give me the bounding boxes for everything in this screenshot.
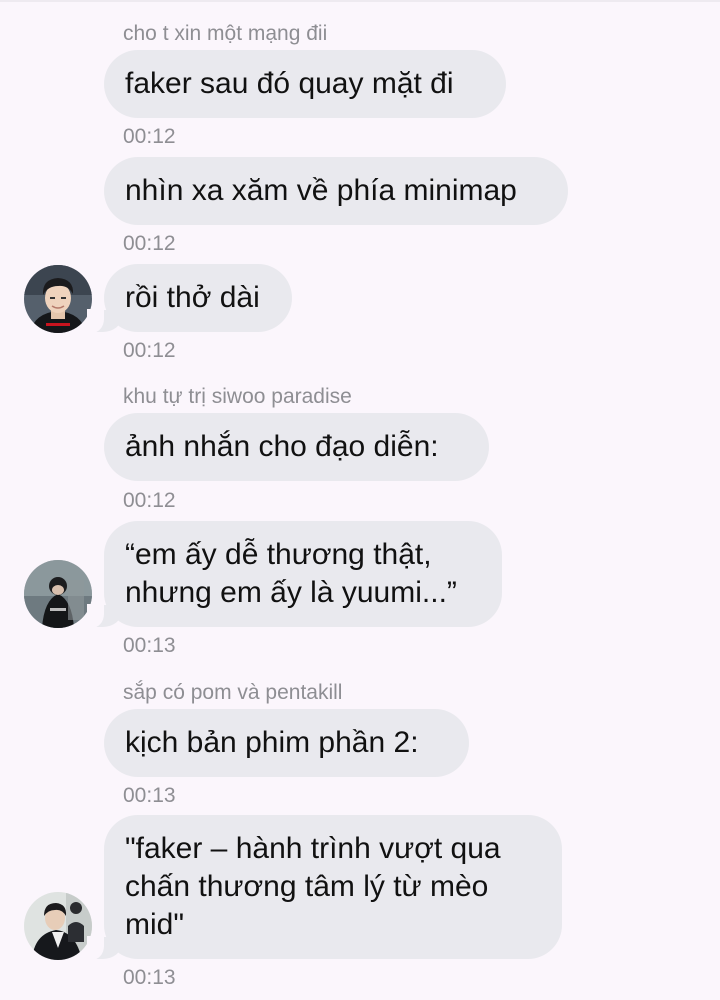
message-text: kịch bản phim phần 2: — [125, 726, 419, 759]
message-timestamp: 00:12 — [123, 489, 176, 512]
message-text-line: nhưng em ấy là yuumi...” — [125, 576, 457, 609]
message-text-line: chấn thương tâm lý từ mèo — [125, 870, 489, 903]
avatar-1[interactable] — [24, 265, 92, 333]
avatar-image — [24, 892, 92, 960]
avatar-image — [24, 560, 92, 628]
message-text: faker sau đó quay mặt đi — [125, 67, 454, 100]
message-text: nhìn xa xăm về phía minimap — [125, 174, 517, 207]
message-timestamp: 00:13 — [123, 784, 176, 807]
message-bubble[interactable]: “em ấy dễ thương thật, nhưng em ấy là yu… — [87, 521, 502, 628]
sender-name: cho t xin một mạng đii — [123, 22, 328, 45]
message-bubble[interactable]: ảnh nhắn cho đạo diễn: — [104, 413, 489, 481]
message-bubble[interactable]: rồi thở dài — [87, 264, 292, 333]
message-timestamp: 00:12 — [123, 125, 176, 148]
message-timestamp: 00:13 — [123, 634, 176, 657]
message-bubble[interactable]: "faker – hành trình vượt qua chấn thương… — [87, 815, 562, 960]
sender-name: khu tự trị siwoo paradise — [123, 385, 352, 408]
avatar-image — [24, 265, 92, 333]
message-text-line: mid" — [125, 908, 184, 941]
message-timestamp: 00:13 — [123, 966, 176, 989]
sender-name: sắp có pom và pentakill — [123, 681, 343, 704]
message-bubble[interactable]: faker sau đó quay mặt đi — [104, 50, 506, 118]
avatar-3[interactable] — [24, 892, 92, 960]
message-timestamp: 00:12 — [123, 232, 176, 255]
message-bubble[interactable]: nhìn xa xăm về phía minimap — [104, 157, 568, 225]
message-text: ảnh nhắn cho đạo diễn: — [125, 430, 439, 463]
message-text-line: "faker – hành trình vượt qua — [125, 832, 501, 865]
message-text: rồi thở dài — [125, 281, 260, 314]
avatar-2[interactable] — [24, 560, 92, 628]
chat-thread[interactable]: cho t xin một mạng đii faker sau đó quay… — [0, 0, 720, 1000]
message-text-line: “em ấy dễ thương thật, — [125, 538, 432, 571]
message-bubble[interactable]: kịch bản phim phần 2: — [104, 709, 469, 777]
message-timestamp: 00:12 — [123, 339, 176, 362]
